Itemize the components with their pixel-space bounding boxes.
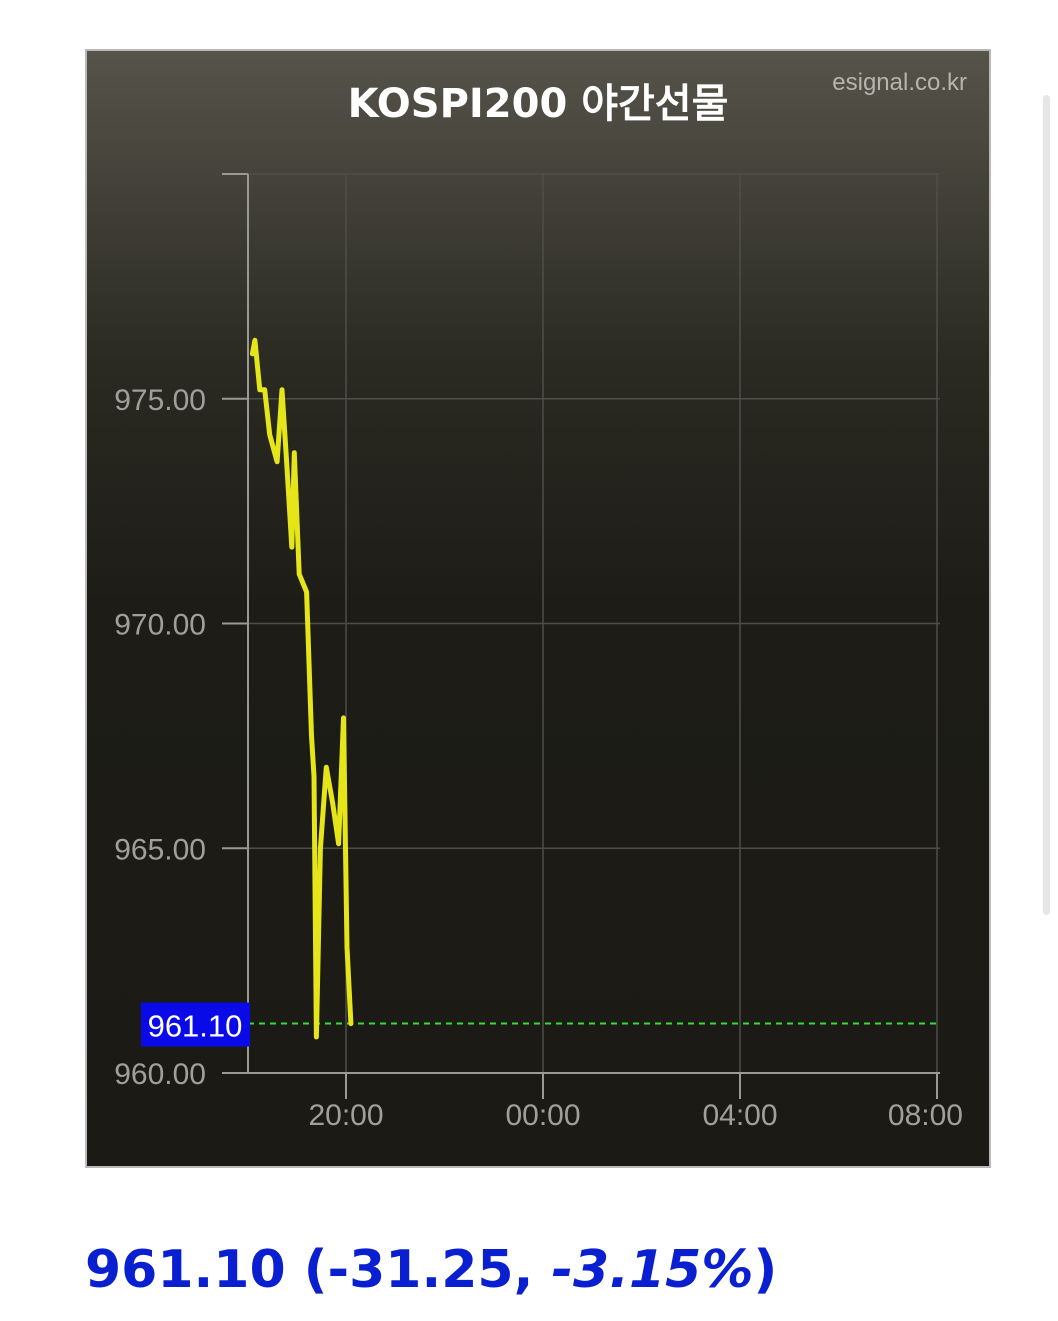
y-tick-label: 960.00 bbox=[114, 1058, 206, 1091]
x-tick-label: 20:00 bbox=[308, 1099, 383, 1132]
current-price-label: 961.10 bbox=[148, 1009, 243, 1044]
quote-suffix: ) bbox=[753, 1240, 778, 1300]
x-tick-label: 08:00 bbox=[888, 1099, 963, 1132]
chart-plot-area: 960.00 965.00 970.00 975.00 20:00 00:00 04:00 0… bbox=[114, 173, 963, 1132]
y-tick-label: 965.00 bbox=[114, 833, 206, 866]
y-tick-label: 970.00 bbox=[114, 609, 206, 642]
quote-change: (-31.25, bbox=[303, 1240, 552, 1300]
scrollbar[interactable] bbox=[1043, 95, 1050, 915]
y-tick-label: 975.00 bbox=[114, 384, 206, 417]
price-series-line bbox=[249, 337, 354, 1040]
quote-price: 961.10 bbox=[85, 1240, 286, 1300]
quote-change-percent: -3.15% bbox=[551, 1240, 754, 1300]
price-quote: 961.10 (-31.25, -3.15%) bbox=[85, 1240, 777, 1300]
x-tick-label: 00:00 bbox=[505, 1099, 580, 1132]
x-tick-label: 04:00 bbox=[702, 1099, 777, 1132]
